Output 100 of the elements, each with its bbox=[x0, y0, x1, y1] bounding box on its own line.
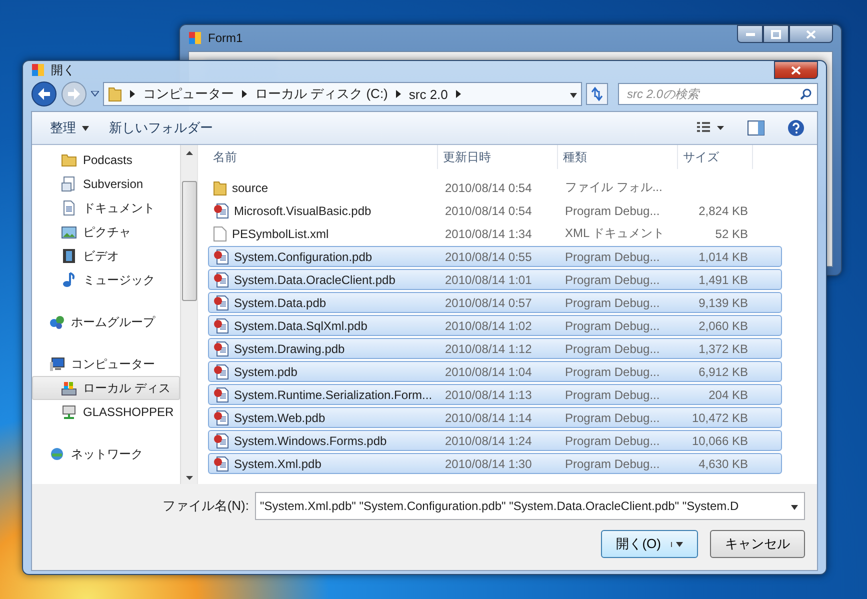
minimize-icon bbox=[746, 32, 754, 36]
computer-icon bbox=[49, 356, 65, 372]
refresh-button[interactable] bbox=[586, 83, 608, 105]
file-row[interactable]: System.Windows.Forms.pdb 2010/08/14 1:24 Program Debug... 10,066 KB bbox=[208, 430, 782, 451]
file-name: System.Xml.pdb bbox=[234, 456, 322, 470]
file-name-label: ファイル名(N): bbox=[162, 497, 249, 515]
film-icon bbox=[61, 248, 77, 264]
chevron-right-icon bbox=[242, 90, 247, 98]
size-cell-text: 52 KB bbox=[714, 226, 749, 240]
nav-item[interactable]: ビデオ bbox=[32, 244, 180, 268]
date-cell-text: 2010/08/14 1:12 bbox=[444, 342, 533, 356]
chevron-right-icon bbox=[130, 90, 135, 98]
nav-item[interactable]: Podcasts bbox=[32, 148, 180, 172]
scrollbar[interactable] bbox=[180, 145, 197, 484]
date-cell-text: 2010/08/14 0:55 bbox=[444, 250, 533, 264]
app-icon bbox=[188, 31, 202, 45]
column-header[interactable]: 種類 bbox=[558, 145, 678, 169]
scroll-down-icon bbox=[186, 476, 192, 480]
file-row[interactable]: PESymbolList.xml 2010/08/14 1:34 XML ドキュメント 52 KB bbox=[208, 223, 782, 244]
file-name: System.Data.OracleClient.pdb bbox=[234, 272, 396, 286]
date-cell-text: 2010/08/14 1:04 bbox=[444, 364, 533, 378]
nav-item[interactable]: ミュージック bbox=[32, 268, 180, 292]
type-cell-text: XML ドキュメント bbox=[564, 225, 666, 242]
scroll-up-icon bbox=[186, 151, 192, 155]
nav-item[interactable]: コンピューター bbox=[32, 352, 180, 376]
file-row[interactable]: System.pdb 2010/08/14 1:04 Program Debug... 6,912 KB bbox=[208, 361, 782, 382]
file-name: System.Data.pdb bbox=[234, 296, 326, 310]
file-name-field[interactable]: "System.Xml.pdb" "System.Configuration.pdb" "System.Data.OracleClient.pdb" "System.D bbox=[255, 492, 805, 520]
type-cell-text: Program Debug... bbox=[564, 318, 661, 332]
file-row[interactable]: System.Web.pdb 2010/08/14 1:14 Program Debug... 10,472 KB bbox=[208, 407, 782, 428]
preview-pane-icon[interactable] bbox=[747, 120, 765, 136]
nav-item[interactable]: ドキュメント bbox=[32, 196, 180, 220]
document-stack-icon bbox=[61, 176, 77, 192]
file-row[interactable]: System.Data.pdb 2010/08/14 0:57 Program Debug... 9,139 KB bbox=[208, 292, 782, 313]
search-icon bbox=[800, 88, 812, 100]
date-cell-text: 2010/08/14 0:57 bbox=[444, 296, 533, 310]
type-cell-text: Program Debug... bbox=[564, 296, 661, 310]
nav-item[interactable]: ネットワーク bbox=[32, 442, 180, 466]
nav-item[interactable]: GLASSHOPPER bbox=[32, 400, 180, 424]
file-name: Microsoft.VisualBasic.pdb bbox=[234, 204, 372, 218]
date-cell-text: 2010/08/14 0:54 bbox=[444, 204, 533, 218]
database-file-icon bbox=[213, 410, 229, 426]
caret-icon bbox=[570, 93, 577, 98]
maximize-button[interactable] bbox=[763, 25, 789, 43]
minimize-button[interactable] bbox=[737, 25, 763, 43]
dialog-title: 開く bbox=[51, 62, 75, 78]
folder-icon bbox=[61, 152, 77, 168]
file-name: source bbox=[232, 180, 268, 194]
breadcrumb-segment[interactable]: コンピューター bbox=[143, 85, 234, 103]
new-folder-button[interactable]: 新しいフォルダー bbox=[103, 117, 219, 139]
window-title: Form1 bbox=[208, 31, 243, 45]
database-file-icon bbox=[213, 364, 229, 380]
file-row[interactable]: System.Configuration.pdb 2010/08/14 0:55 Program Debug... 1,014 KB bbox=[208, 246, 782, 267]
database-file-icon bbox=[213, 318, 229, 334]
file-row[interactable]: System.Drawing.pdb 2010/08/14 1:12 Program Debug... 1,372 KB bbox=[208, 338, 782, 359]
breadcrumb-segment[interactable]: src 2.0 bbox=[408, 86, 448, 102]
nav-item[interactable]: ホームグループ bbox=[32, 310, 180, 334]
caret-icon bbox=[791, 505, 798, 510]
close-button[interactable] bbox=[774, 61, 818, 79]
column-header[interactable]: 更新日時 bbox=[438, 145, 558, 169]
database-file-icon bbox=[213, 456, 229, 472]
drive-icon bbox=[61, 380, 77, 396]
breadcrumb-segment[interactable]: ローカル ディスク (C:) bbox=[255, 85, 388, 103]
file-name: System.Data.SqlXml.pdb bbox=[234, 318, 368, 332]
cancel-button[interactable]: キャンセル bbox=[710, 530, 805, 558]
search-field[interactable]: src 2.0の検索 bbox=[618, 83, 818, 105]
scroll-thumb[interactable] bbox=[182, 180, 196, 300]
caret-icon bbox=[82, 126, 89, 130]
file-row[interactable]: System.Runtime.Serialization.Form... 2010/08/14 1:13 Program Debug... 204 KB bbox=[208, 384, 782, 405]
file-row[interactable]: source 2010/08/14 0:54 ファイル フォル... bbox=[208, 177, 782, 198]
type-cell-text: Program Debug... bbox=[564, 204, 661, 218]
back-button[interactable] bbox=[31, 81, 57, 107]
file-row[interactable]: System.Xml.pdb 2010/08/14 1:30 Program Debug... 4,630 KB bbox=[208, 453, 782, 474]
open-button[interactable]: 開く(O) bbox=[601, 530, 698, 558]
column-header[interactable]: 名前 bbox=[208, 145, 438, 169]
database-file-icon bbox=[213, 202, 229, 218]
view-options-icon[interactable] bbox=[697, 122, 725, 134]
nav-item[interactable]: ローカル ディス bbox=[32, 376, 180, 400]
file-row[interactable]: Microsoft.VisualBasic.pdb 2010/08/14 0:54 Program Debug... 2,824 KB bbox=[208, 200, 782, 221]
homegroup-icon bbox=[49, 314, 65, 330]
caret-icon bbox=[676, 542, 683, 546]
file-row[interactable]: System.Data.SqlXml.pdb 2010/08/14 1:02 Program Debug... 2,060 KB bbox=[208, 315, 782, 336]
organize-menu[interactable]: 整理 bbox=[44, 117, 95, 139]
nav-item[interactable]: ピクチャ bbox=[32, 220, 180, 244]
address-bar[interactable]: コンピューター ローカル ディスク (C:) src 2.0 bbox=[103, 82, 582, 106]
column-header[interactable]: サイズ bbox=[678, 145, 753, 169]
file-row[interactable]: System.Data.OracleClient.pdb 2010/08/14 1:01 Program Debug... 1,491 KB bbox=[208, 269, 782, 290]
help-icon[interactable] bbox=[787, 119, 805, 137]
dropdown-icon[interactable] bbox=[91, 91, 99, 97]
close-button[interactable] bbox=[789, 25, 833, 43]
maximize-icon bbox=[771, 30, 781, 38]
database-file-icon bbox=[213, 272, 229, 288]
nav-item[interactable]: Subversion bbox=[32, 172, 180, 196]
chevron-right-icon bbox=[456, 90, 461, 98]
close-icon bbox=[791, 66, 801, 74]
size-cell-text: 10,066 KB bbox=[690, 434, 749, 448]
database-file-icon bbox=[213, 386, 229, 402]
date-cell-text: 2010/08/14 1:34 bbox=[444, 226, 533, 240]
database-file-icon bbox=[213, 340, 229, 356]
size-cell-text: 1,491 KB bbox=[698, 272, 749, 286]
